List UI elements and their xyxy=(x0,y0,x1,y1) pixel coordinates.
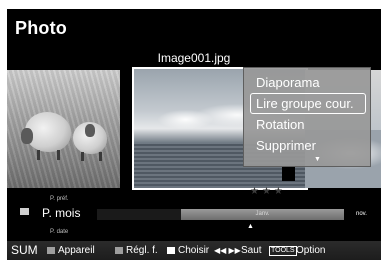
menu-item-delete[interactable]: Supprimer xyxy=(250,135,366,156)
menu-connector xyxy=(282,167,295,181)
footer-bar: SUM Appareil Régl. f. Choisir ◀◀ ▶▶ Saut… xyxy=(7,241,381,260)
sort-option-prev[interactable]: P. préf. xyxy=(50,196,69,202)
timeline-next-label[interactable]: nov. xyxy=(356,211,367,217)
tools-menu: Diaporama Lire groupe cour. Rotation Sup… xyxy=(243,67,371,167)
sheep-head xyxy=(85,124,95,137)
page-title: Photo xyxy=(15,18,67,38)
gray-button-icon xyxy=(115,247,123,254)
skip-arrows-icon: ◀◀ ▶▶ xyxy=(214,246,241,255)
sheep-leg xyxy=(37,150,40,160)
scroll-down-arrow-icon[interactable]: ▼ xyxy=(314,156,321,163)
menu-item-rotation[interactable]: Rotation xyxy=(250,114,366,135)
choisir-label[interactable]: Choisir xyxy=(178,245,209,256)
timeline-track xyxy=(97,209,181,220)
appareil-label[interactable]: Appareil xyxy=(58,245,95,256)
enter-button-icon xyxy=(167,247,175,254)
tools-button-icon: TOOLS xyxy=(269,246,297,256)
sheep-leg xyxy=(81,152,84,161)
sort-indicator-icon xyxy=(20,208,29,215)
timeline-current-segment[interactable]: Janv. xyxy=(181,209,344,220)
sort-option-current[interactable]: P. mois xyxy=(42,206,80,220)
regl-label[interactable]: Régl. f. xyxy=(126,245,158,256)
sheep-leg xyxy=(57,150,60,160)
file-name: Image001.jpg xyxy=(157,51,231,65)
sum-label: SUM xyxy=(11,243,38,257)
sheep-head xyxy=(21,128,33,144)
sheep-leg xyxy=(99,152,102,161)
timeline-current-label: Janv. xyxy=(255,211,270,217)
sort-option-next[interactable]: P. date xyxy=(50,229,68,235)
gray-button-icon xyxy=(47,247,55,254)
saut-label[interactable]: Saut xyxy=(241,245,262,256)
photo-viewer-screen: Photo Image001.jpg Diaporama Lire groupe… xyxy=(7,9,381,260)
up-arrow-icon: ▲ xyxy=(247,223,254,230)
thumbnail-previous[interactable] xyxy=(7,70,120,188)
rating-stars: ★★★ xyxy=(250,186,286,197)
menu-item-play-group[interactable]: Lire groupe cour. xyxy=(250,93,366,114)
menu-item-diaporama[interactable]: Diaporama xyxy=(250,72,366,93)
option-label[interactable]: Option xyxy=(296,245,325,256)
